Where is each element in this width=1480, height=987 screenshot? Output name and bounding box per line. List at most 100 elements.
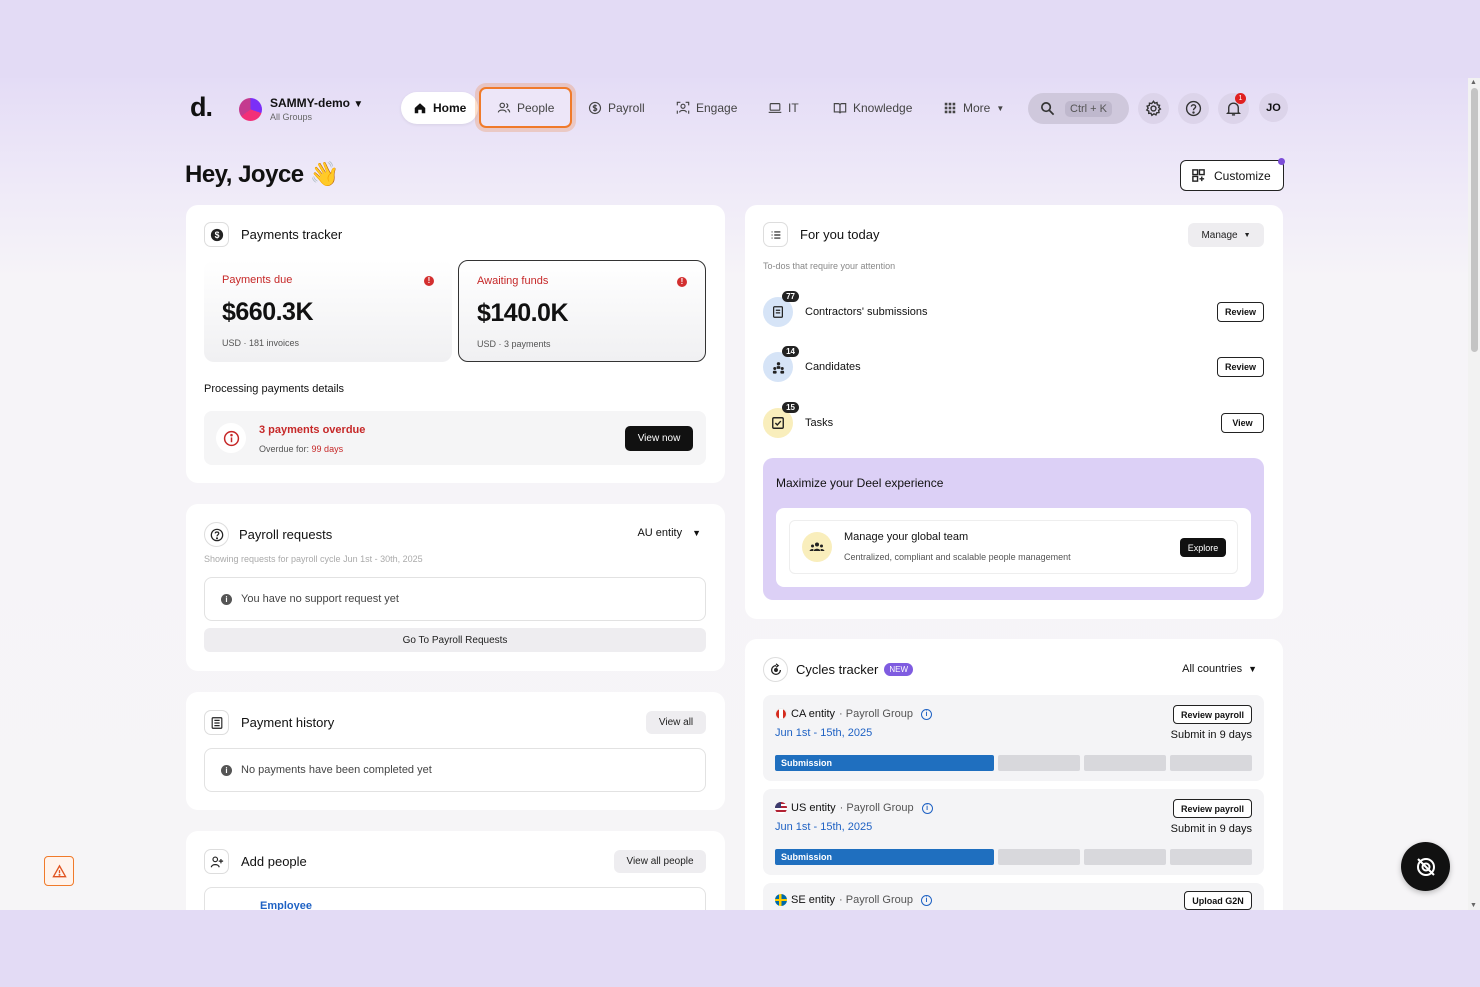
promo-card: Manage your global team Centralized, com… [776, 508, 1251, 587]
svg-text:$: $ [214, 230, 219, 240]
org-switcher[interactable]: SAMMY-demo ▼ All Groups [239, 96, 363, 122]
help-button[interactable] [1178, 93, 1209, 124]
org-avatar [239, 97, 262, 121]
nav-payroll[interactable]: Payroll [588, 92, 645, 124]
assistant-button[interactable] [1401, 842, 1450, 891]
laptop-icon [768, 103, 782, 113]
canada-flag-icon [775, 708, 787, 720]
review-payroll-button[interactable]: Review payroll [1173, 705, 1252, 724]
question-icon [204, 522, 229, 547]
nav-it[interactable]: IT [768, 92, 799, 124]
go-to-payroll-requests-button[interactable]: Go To Payroll Requests [204, 628, 706, 652]
scrollbar[interactable]: ▲ ▼ [1468, 78, 1480, 910]
promo-title: Maximize your Deel experience [776, 476, 944, 490]
cycle-note: Showing requests for payroll cycle Jun 1… [204, 554, 423, 564]
add-user-icon [204, 849, 229, 874]
payment-history-header: Payment history [204, 710, 334, 735]
cycle-se[interactable]: SE entity · Payroll Group i Upload G2N [763, 883, 1264, 910]
payroll-requests-card: Payroll requests AU entity ▼ Showing req… [186, 504, 725, 671]
countries-select[interactable]: All countries ▼ [1182, 663, 1257, 675]
chevron-down-icon: ▼ [1243, 231, 1251, 239]
notification-badge: 1 [1235, 93, 1246, 104]
help-icon [1185, 100, 1202, 117]
warning-button[interactable] [44, 856, 74, 886]
alert-icon: ! [677, 277, 687, 287]
candidates-icon: 14 [763, 346, 799, 382]
nav-more[interactable]: More ▼ [943, 92, 1004, 124]
view-now-button[interactable]: View now [625, 426, 693, 451]
empty-requests: i You have no support request yet [204, 577, 706, 621]
engage-icon [676, 101, 690, 114]
scroll-down-icon[interactable]: ▼ [1470, 902, 1477, 909]
list-icon [763, 222, 788, 247]
page-greeting: Hey, Joyce 👋 [185, 161, 340, 188]
new-badge: NEW [884, 663, 914, 676]
assistant-icon [1416, 857, 1435, 876]
gear-icon [1145, 100, 1162, 117]
cycle-progress: Submission [775, 849, 1252, 865]
search-icon [1041, 102, 1055, 116]
list-icon [204, 710, 229, 735]
todo-contractors[interactable]: 77 Contractors' submissions [763, 291, 928, 327]
todo-tasks[interactable]: 15 Tasks [763, 402, 833, 438]
review-candidates-button[interactable]: Review [1217, 357, 1264, 377]
promo-panel: Maximize your Deel experience Manage you… [763, 458, 1264, 600]
scrollbar-thumb[interactable] [1471, 88, 1478, 352]
checkbox-icon: 15 [763, 402, 799, 438]
for-you-today-header: For you today [763, 222, 880, 247]
deel-logo[interactable]: d. [190, 92, 213, 123]
org-name: SAMMY-demo ▼ [270, 96, 364, 110]
org-sub: All Groups [270, 112, 313, 122]
empty-payments: i No payments have been completed yet [204, 748, 706, 792]
cycle-us[interactable]: US entity · Payroll Group i Jun 1st - 15… [763, 789, 1264, 875]
layout-icon [1192, 169, 1205, 182]
nav-knowledge[interactable]: Knowledge [833, 92, 912, 124]
manage-dropdown[interactable]: Manage ▼ [1188, 223, 1264, 247]
view-all-payments-button[interactable]: View all [646, 711, 706, 734]
awaiting-funds-box[interactable]: Awaiting funds ! $140.0K USD · 3 payment… [458, 260, 706, 362]
scroll-up-icon[interactable]: ▲ [1470, 79, 1477, 86]
employee-option[interactable]: Employee [204, 887, 706, 910]
info-icon[interactable]: i [921, 708, 933, 720]
add-people-card: Add people View all people Employee [186, 831, 725, 910]
cycle-icon [763, 657, 788, 682]
entity-select[interactable]: AU entity ▼ [637, 527, 701, 539]
payments-due-box[interactable]: Payments due ! $660.3K USD · 181 invoice… [204, 260, 452, 362]
processing-label: Processing payments details [204, 383, 345, 395]
add-people-header: Add people [204, 849, 307, 874]
customize-button[interactable]: Customize [1180, 158, 1285, 191]
view-tasks-button[interactable]: View [1221, 413, 1264, 433]
nav-engage[interactable]: Engage [676, 92, 737, 124]
explore-button[interactable]: Explore [1180, 538, 1226, 557]
todo-candidates[interactable]: 14 Candidates [763, 346, 861, 382]
team-icon [802, 532, 832, 562]
chevron-down-icon: ▼ [692, 528, 701, 538]
manage-global-team-item[interactable]: Manage your global team Centralized, com… [789, 520, 1238, 574]
view-all-people-button[interactable]: View all people [614, 850, 706, 873]
search-shortcut: Ctrl + K [1065, 100, 1112, 117]
cycle-ca[interactable]: CA entity · Payroll Group i Jun 1st - 15… [763, 695, 1264, 781]
chevron-down-icon: ▼ [996, 103, 1005, 113]
promo-item-title: Manage your global team [844, 531, 969, 543]
user-avatar[interactable]: JO [1259, 93, 1288, 122]
us-flag-icon [775, 802, 787, 814]
search-button[interactable]: Ctrl + K [1028, 93, 1129, 124]
settings-button[interactable] [1138, 93, 1169, 124]
overdue-panel: 3 payments overdue Overdue for: 99 days … [204, 411, 706, 465]
dollar-icon: $ [204, 222, 229, 247]
review-contractors-button[interactable]: Review [1217, 302, 1264, 322]
dollar-icon [588, 101, 602, 115]
payment-history-card: Payment history View all i No payments h… [186, 692, 725, 810]
info-icon[interactable]: i [921, 894, 933, 906]
promo-item-desc: Centralized, compliant and scalable peop… [844, 552, 1071, 562]
nav-people[interactable]: People [479, 87, 573, 128]
info-icon[interactable]: i [921, 802, 933, 814]
review-payroll-button[interactable]: Review payroll [1173, 799, 1252, 818]
alert-icon: ! [424, 276, 434, 286]
chevron-down-icon: ▼ [353, 99, 364, 110]
cycles-tracker-header: Cycles tracker NEW [763, 657, 914, 682]
warning-icon [51, 864, 67, 877]
nav-home[interactable]: Home [401, 92, 479, 124]
upload-g2n-button[interactable]: Upload G2N [1184, 891, 1252, 910]
notifications-button[interactable]: 1 [1218, 93, 1249, 124]
